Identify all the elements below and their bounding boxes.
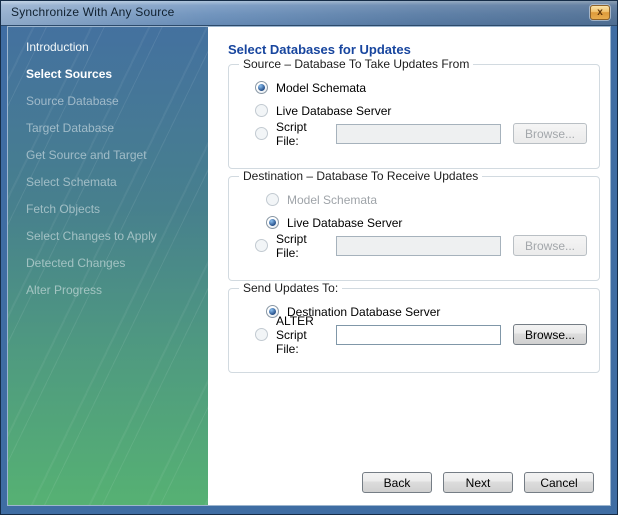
radio-label: Model Schemata (287, 193, 377, 207)
title-bar[interactable]: Synchronize With Any Source x (1, 1, 617, 26)
radio-option-dest-model-schemata: Model Schemata (241, 189, 587, 210)
alter-script-file-input[interactable] (336, 325, 501, 345)
sidebar-item-select-changes-to-apply: Select Changes to Apply (8, 222, 208, 249)
source-browse-button: Browse... (513, 123, 587, 144)
radio-selected-icon[interactable] (266, 216, 279, 229)
page-title: Select Databases for Updates (228, 42, 600, 57)
destination-group-title: Destination – Database To Receive Update… (239, 169, 482, 183)
destination-browse-button: Browse... (513, 235, 587, 256)
window-title: Synchronize With Any Source (11, 5, 174, 19)
close-button[interactable]: x (590, 5, 610, 20)
radio-label: Live Database Server (276, 104, 391, 118)
send-updates-group: Send Updates To: Destination Database Se… (228, 281, 600, 373)
radio-unselected-icon[interactable] (255, 127, 268, 140)
radio-option-source-live-server[interactable]: Live Database Server (241, 100, 587, 121)
sidebar-item-alter-progress: Alter Progress (8, 276, 208, 303)
sidebar-item-fetch-objects: Fetch Objects (8, 195, 208, 222)
wizard-footer: Back Next Cancel (362, 472, 594, 493)
next-button[interactable]: Next (443, 472, 513, 493)
sidebar-item-get-source-and-target: Get Source and Target (8, 141, 208, 168)
send-updates-group-title: Send Updates To: (239, 281, 342, 295)
radio-label: Script File: (276, 120, 326, 148)
destination-script-file-input (336, 236, 501, 256)
synchronize-wizard-dialog: Synchronize With Any Source x Introducti… (0, 0, 618, 515)
main-panel: Select Databases for Updates Source – Da… (208, 27, 610, 505)
dialog-body: Introduction Select Sources Source Datab… (8, 27, 610, 505)
sidebar-item-select-schemata: Select Schemata (8, 168, 208, 195)
close-icon: x (597, 7, 603, 18)
radio-unselected-icon[interactable] (255, 104, 268, 117)
cancel-button[interactable]: Cancel (524, 472, 594, 493)
destination-group: Destination – Database To Receive Update… (228, 169, 600, 281)
alter-browse-button[interactable]: Browse... (513, 324, 587, 345)
wizard-steps-sidebar: Introduction Select Sources Source Datab… (8, 27, 208, 505)
radio-selected-icon[interactable] (255, 81, 268, 94)
source-group: Source – Database To Take Updates From M… (228, 57, 600, 169)
sidebar-item-introduction: Introduction (8, 33, 208, 60)
radio-option-source-script-file[interactable]: Script File: Browse... (241, 123, 587, 144)
back-button[interactable]: Back (362, 472, 432, 493)
radio-disabled-icon (266, 193, 279, 206)
radio-label: ALTER Script File: (276, 314, 326, 356)
radio-unselected-icon[interactable] (255, 239, 268, 252)
sidebar-item-target-database: Target Database (8, 114, 208, 141)
sidebar-item-source-database: Source Database (8, 87, 208, 114)
source-group-title: Source – Database To Take Updates From (239, 57, 473, 71)
source-script-file-input (336, 124, 501, 144)
radio-label: Script File: (276, 232, 326, 260)
sidebar-item-detected-changes: Detected Changes (8, 249, 208, 276)
radio-selected-icon[interactable] (266, 305, 279, 318)
radio-option-dest-live-server[interactable]: Live Database Server (241, 212, 587, 233)
radio-option-alter-script-file[interactable]: ALTER Script File: Browse... (241, 324, 587, 345)
radio-option-dest-script-file[interactable]: Script File: Browse... (241, 235, 587, 256)
radio-option-source-model-schemata[interactable]: Model Schemata (241, 77, 587, 98)
radio-unselected-icon[interactable] (255, 328, 268, 341)
radio-label: Live Database Server (287, 216, 402, 230)
sidebar-item-select-sources: Select Sources (8, 60, 208, 87)
radio-label: Model Schemata (276, 81, 366, 95)
